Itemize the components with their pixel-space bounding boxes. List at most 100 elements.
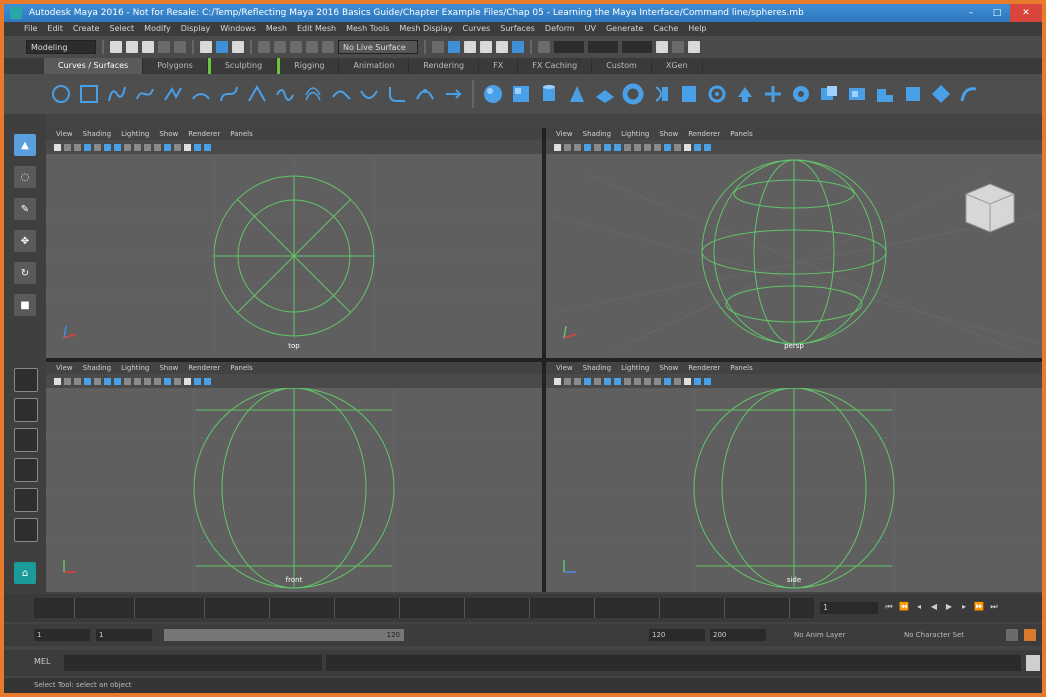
viewport-menu-lighting[interactable]: Lighting <box>121 362 149 374</box>
snap-surface-icon[interactable] <box>322 41 334 53</box>
xray-icon[interactable] <box>174 377 181 385</box>
trim-tool-icon[interactable] <box>874 83 896 105</box>
menu-file[interactable]: File <box>24 22 37 36</box>
redo-icon[interactable] <box>174 41 186 53</box>
ipr-render-icon[interactable] <box>480 41 492 53</box>
go-to-end-icon[interactable]: ⏭ <box>989 600 999 614</box>
nurbs-sphere-icon[interactable] <box>482 83 504 105</box>
ao-icon[interactable] <box>654 143 661 151</box>
input-field-2[interactable] <box>588 41 618 53</box>
script-editor-button[interactable] <box>1026 655 1040 671</box>
lights-icon[interactable] <box>634 377 641 385</box>
viewport-menu-shading[interactable]: Shading <box>83 362 111 374</box>
wireframe-icon[interactable] <box>104 143 111 151</box>
viewport-menu-renderer[interactable]: Renderer <box>688 362 720 374</box>
viewport-menu-panels[interactable]: Panels <box>730 362 753 374</box>
ao-icon[interactable] <box>154 143 161 151</box>
viewport-persp[interactable]: View Shading Lighting Show Renderer Pane… <box>546 128 1042 358</box>
wireframe-icon[interactable] <box>604 143 611 151</box>
menu-mesh[interactable]: Mesh <box>266 22 287 36</box>
viewport-menu-panels[interactable]: Panels <box>230 128 253 140</box>
auto-key-icon[interactable] <box>1006 629 1018 641</box>
play-backwards-icon[interactable]: ◀ <box>929 600 939 614</box>
menu-curves[interactable]: Curves <box>462 22 490 36</box>
reverse-curve-icon[interactable] <box>442 83 464 105</box>
menu-help[interactable]: Help <box>688 22 706 36</box>
menu-surfaces[interactable]: Surfaces <box>500 22 535 36</box>
shelf-tab-fx[interactable]: FX <box>479 58 519 74</box>
lock-camera-icon[interactable] <box>64 143 71 151</box>
xray-icon[interactable] <box>674 377 681 385</box>
snap-point-icon[interactable] <box>290 41 302 53</box>
viewport-menu-lighting[interactable]: Lighting <box>621 128 649 140</box>
history-icon[interactable] <box>432 41 444 53</box>
grid-icon[interactable] <box>94 143 101 151</box>
go-to-start-icon[interactable]: ⏮ <box>884 600 894 614</box>
loft-icon[interactable] <box>678 83 700 105</box>
viewport-menu-show[interactable]: Show <box>159 128 178 140</box>
resolution-gate-icon[interactable] <box>194 377 201 385</box>
bezier-curve-icon[interactable] <box>218 83 240 105</box>
image-plane-icon[interactable] <box>584 143 591 151</box>
smooth-shade-icon[interactable] <box>614 143 621 151</box>
menu-modify[interactable]: Modify <box>144 22 171 36</box>
grid-icon[interactable] <box>594 377 601 385</box>
menu-mesh-tools[interactable]: Mesh Tools <box>346 22 389 36</box>
command-language-label[interactable]: MEL <box>34 657 50 666</box>
shelf-tab-custom[interactable]: Custom <box>592 58 652 74</box>
viewport-canvas[interactable]: front <box>46 387 542 592</box>
minimize-button[interactable]: – <box>958 4 984 22</box>
undo-icon[interactable] <box>158 41 170 53</box>
snap-grid-icon[interactable] <box>258 41 270 53</box>
shelf-tab-fx-caching[interactable]: FX Caching <box>518 58 593 74</box>
viewport-menu-shading[interactable]: Shading <box>83 128 111 140</box>
anim-layer-dropdown[interactable]: No Anim Layer <box>794 629 845 641</box>
revolve-icon[interactable] <box>650 83 672 105</box>
open-scene-icon[interactable] <box>126 41 138 53</box>
command-input[interactable] <box>64 655 322 671</box>
bevel-plus-icon[interactable] <box>846 83 868 105</box>
new-scene-icon[interactable] <box>110 41 122 53</box>
isolate-select-icon[interactable] <box>664 377 671 385</box>
range-slider-bar[interactable]: 120 <box>164 629 404 641</box>
rotate-tool-icon[interactable]: ↻ <box>14 262 36 284</box>
resolution-gate-icon[interactable] <box>694 377 701 385</box>
film-gate-icon[interactable] <box>204 377 211 385</box>
shadows-icon[interactable] <box>644 143 651 151</box>
paint-select-tool-icon[interactable]: ✎ <box>14 198 36 220</box>
extrude-icon[interactable] <box>734 83 756 105</box>
shadows-icon[interactable] <box>144 377 151 385</box>
cv-curve-icon[interactable] <box>106 83 128 105</box>
viewport-menu-renderer[interactable]: Renderer <box>688 128 720 140</box>
preferences-icon[interactable] <box>1024 629 1036 641</box>
nurbs-cone-icon[interactable] <box>566 83 588 105</box>
menu-edit-mesh[interactable]: Edit Mesh <box>297 22 336 36</box>
save-scene-icon[interactable] <box>142 41 154 53</box>
textured-icon[interactable] <box>624 143 631 151</box>
menu-set-dropdown[interactable]: Modeling <box>26 40 96 54</box>
input-field-1[interactable] <box>554 41 584 53</box>
render-view-icon[interactable] <box>448 41 460 53</box>
menu-uv[interactable]: UV <box>585 22 596 36</box>
step-back-key-icon[interactable]: ⏪ <box>899 600 909 614</box>
modeling-toolkit-icon[interactable] <box>656 41 668 53</box>
image-plane-icon[interactable] <box>584 377 591 385</box>
menu-generate[interactable]: Generate <box>606 22 643 36</box>
select-component-icon[interactable] <box>232 41 244 53</box>
planar-icon[interactable] <box>706 83 728 105</box>
hypershade-icon[interactable] <box>512 41 524 53</box>
menu-cache[interactable]: Cache <box>653 22 678 36</box>
nurbs-cylinder-icon[interactable] <box>538 83 560 105</box>
shelf-tab-animation[interactable]: Animation <box>339 58 410 74</box>
shelf-tab-rendering[interactable]: Rendering <box>409 58 480 74</box>
viewport-menu-show[interactable]: Show <box>659 128 678 140</box>
lights-icon[interactable] <box>134 143 141 151</box>
channel-box-icon[interactable] <box>672 41 684 53</box>
bookmark-icon[interactable] <box>574 377 581 385</box>
persp-outliner-layout-icon[interactable] <box>14 428 38 452</box>
smooth-shade-icon[interactable] <box>114 377 121 385</box>
snap-curve-icon[interactable] <box>274 41 286 53</box>
attach-curves-icon[interactable] <box>246 83 268 105</box>
ep-curve-icon[interactable] <box>134 83 156 105</box>
viewport-side[interactable]: View Shading Lighting Show Renderer Pane… <box>546 362 1042 592</box>
